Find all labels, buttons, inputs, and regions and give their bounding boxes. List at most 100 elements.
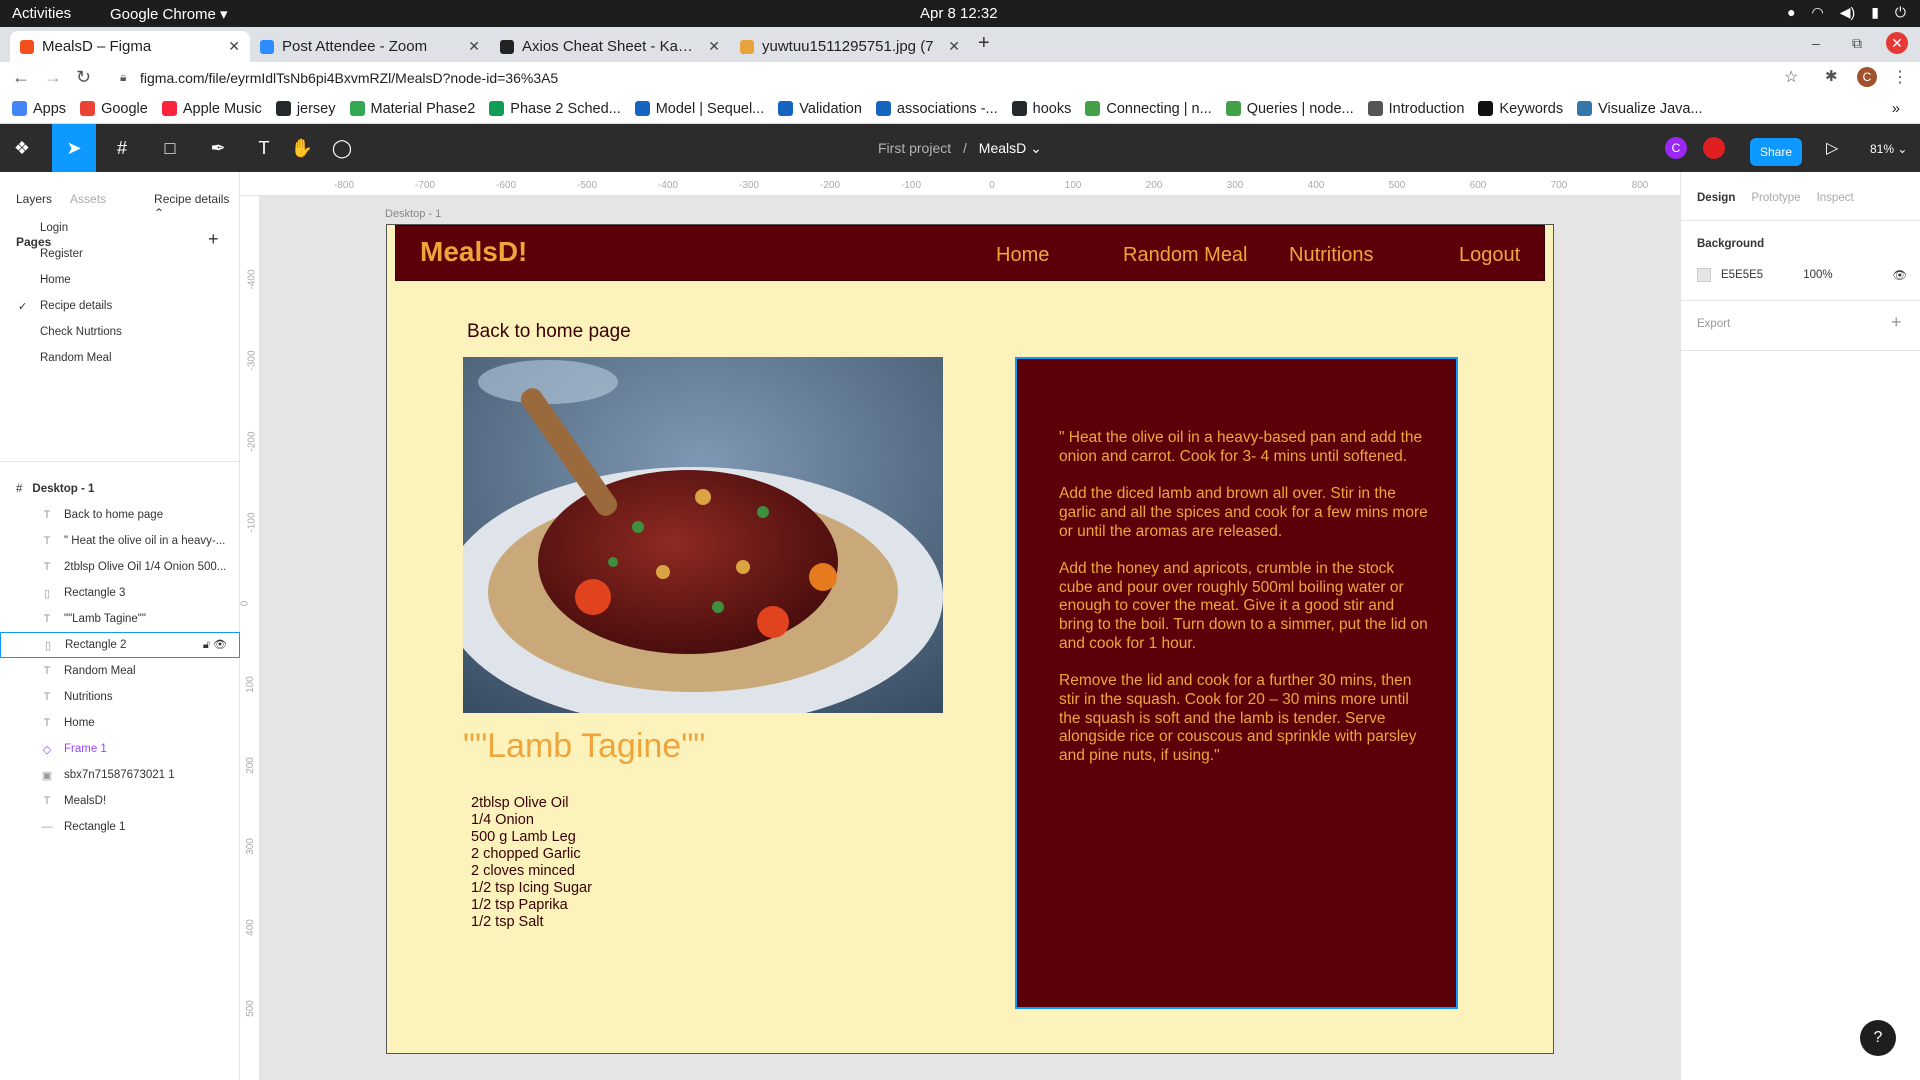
- bookmark-item[interactable]: Phase 2 Sched...: [489, 101, 621, 117]
- profile-avatar[interactable]: C: [1857, 67, 1877, 87]
- add-export-icon[interactable]: +: [1891, 312, 1902, 333]
- bg-hex-value[interactable]: E5E5E5: [1721, 269, 1763, 281]
- extensions-icon[interactable]: ✱: [1825, 67, 1838, 85]
- site-navbar[interactable]: MealsD! Home Random Meal Nutritions Logo…: [395, 225, 1545, 281]
- tab-prototype[interactable]: Prototype: [1751, 192, 1800, 204]
- zoom-dropdown[interactable]: 81% ⌄: [1870, 142, 1907, 156]
- nav-logout[interactable]: Logout: [1459, 244, 1520, 267]
- layer-item[interactable]: T Nutritions: [0, 684, 240, 710]
- close-tab-icon[interactable]: ✕: [948, 38, 960, 55]
- collaborator-avatar[interactable]: C: [1665, 137, 1687, 159]
- instructions-text[interactable]: " Heat the olive oil in a heavy-based pa…: [1059, 429, 1431, 784]
- layer-item[interactable]: T Home: [0, 710, 240, 736]
- restore-icon[interactable]: ⧉: [1852, 35, 1862, 52]
- nav-random-meal[interactable]: Random Meal: [1123, 244, 1248, 267]
- page-item[interactable]: Recipe details: [40, 300, 112, 312]
- move-tool-icon[interactable]: ➤: [52, 124, 96, 172]
- comment-tool-icon[interactable]: ◯: [320, 124, 364, 172]
- bookmark-item[interactable]: Material Phase2: [349, 101, 475, 117]
- help-button[interactable]: ?: [1860, 1020, 1896, 1056]
- bookmark-item[interactable]: jersey: [275, 101, 336, 117]
- app-menu[interactable]: Google Chrome ▾: [110, 5, 228, 23]
- project-crumb[interactable]: First project: [878, 140, 951, 156]
- layer-item[interactable]: T ""Lamb Tagine"": [0, 606, 240, 632]
- back-to-home-link[interactable]: Back to home page: [467, 321, 631, 343]
- pen-tool-icon[interactable]: ✒: [196, 124, 240, 172]
- bookmark-item[interactable]: Connecting | n...: [1085, 101, 1212, 117]
- bookmark-item[interactable]: Apps: [12, 101, 66, 117]
- frame-layer[interactable]: # Desktop - 1: [0, 476, 240, 502]
- bookmark-item[interactable]: Visualize Java...: [1577, 101, 1703, 117]
- site-logo[interactable]: MealsD!: [420, 236, 527, 268]
- ingredients-list[interactable]: 2tblsp Olive Oil 1/4 Onion 500 g Lamb Leg 2…: [471, 795, 592, 931]
- lock-visibility-icon[interactable]: 🔓︎ 👁︎: [203, 638, 227, 652]
- close-tab-icon[interactable]: ✕: [708, 38, 720, 55]
- bookmark-item[interactable]: hooks: [1011, 101, 1071, 117]
- browser-tab[interactable]: Axios Cheat Sheet - Kapeli ✕: [490, 31, 730, 62]
- reload-icon[interactable]: ↻: [76, 67, 91, 88]
- add-page-icon[interactable]: +: [208, 229, 219, 250]
- more-bookmarks-icon[interactable]: »: [1892, 101, 1900, 117]
- frame-label[interactable]: Desktop - 1: [385, 208, 441, 220]
- layer-item[interactable]: T " Heat the olive oil in a heavy-...: [0, 528, 240, 554]
- bookmark-item[interactable]: Introduction: [1367, 101, 1464, 117]
- layer-item[interactable]: ▯ Rectangle 3: [0, 580, 240, 606]
- tab-design[interactable]: Design: [1697, 192, 1735, 204]
- page-item[interactable]: Login: [40, 222, 68, 234]
- layer-item[interactable]: ▯ Rectangle 2 🔓︎ 👁︎: [0, 632, 240, 658]
- desktop-frame[interactable]: MealsD! Home Random Meal Nutritions Logo…: [386, 224, 1554, 1054]
- back-icon[interactable]: ←: [12, 67, 30, 88]
- tab-inspect[interactable]: Inspect: [1817, 192, 1854, 204]
- recipe-title[interactable]: ""Lamb Tagine"": [463, 727, 705, 766]
- layer-item[interactable]: ▣ sbx7n71587673021 1: [0, 762, 240, 788]
- minimize-icon[interactable]: –: [1812, 35, 1820, 51]
- eye-icon[interactable]: 👁︎: [1892, 268, 1907, 282]
- clock[interactable]: Apr 8 12:32: [920, 5, 998, 22]
- page-item[interactable]: Home: [40, 274, 71, 286]
- bookmark-item[interactable]: Keywords: [1478, 101, 1563, 117]
- bookmark-item[interactable]: Queries | node...: [1225, 101, 1354, 117]
- close-window-icon[interactable]: ✕: [1886, 32, 1908, 54]
- browser-tab[interactable]: Post Attendee - Zoom ✕: [250, 31, 490, 62]
- tab-assets[interactable]: Assets: [70, 192, 106, 220]
- hand-tool-icon[interactable]: ✋: [280, 124, 324, 172]
- present-icon[interactable]: ▷: [1826, 138, 1838, 158]
- layer-item[interactable]: — Rectangle 1: [0, 814, 240, 840]
- color-swatch[interactable]: [1697, 268, 1711, 282]
- share-button[interactable]: Share: [1750, 138, 1802, 166]
- lamb-tagine-photo[interactable]: [463, 357, 943, 713]
- bookmark-item[interactable]: Validation: [778, 101, 862, 117]
- bookmark-star-icon[interactable]: ☆: [1784, 67, 1798, 87]
- close-tab-icon[interactable]: ✕: [228, 38, 240, 55]
- page-item[interactable]: Random Meal: [40, 352, 112, 364]
- file-crumb[interactable]: MealsD ⌄: [979, 140, 1042, 156]
- bookmark-item[interactable]: associations -...: [875, 101, 998, 117]
- background-fill-row[interactable]: E5E5E5 100% 👁︎: [1697, 268, 1907, 282]
- forward-icon[interactable]: →: [44, 67, 62, 88]
- tab-layers[interactable]: Layers: [16, 192, 52, 220]
- url-field[interactable]: 🔒︎ figma.com/file/eyrmIdlTsNb6pi4BxvmRZl…: [110, 64, 1790, 92]
- activities-button[interactable]: Activities: [12, 5, 71, 22]
- page-item[interactable]: Register: [40, 248, 83, 260]
- layer-item[interactable]: T MealsD!: [0, 788, 240, 814]
- figma-menu-icon[interactable]: ❖: [0, 124, 44, 172]
- shape-tool-icon[interactable]: □: [148, 124, 192, 172]
- bookmark-item[interactable]: Apple Music: [161, 101, 262, 117]
- layer-item[interactable]: T Random Meal: [0, 658, 240, 684]
- new-tab-button[interactable]: +: [978, 32, 990, 55]
- frame-tool-icon[interactable]: #: [100, 124, 144, 172]
- page-dropdown[interactable]: Recipe details ⌃: [154, 192, 239, 220]
- layer-item[interactable]: ◇ Frame 1: [0, 736, 240, 762]
- bg-opacity-value[interactable]: 100%: [1803, 269, 1832, 281]
- bookmark-item[interactable]: Model | Sequel...: [634, 101, 764, 117]
- chrome-menu-icon[interactable]: ⋮: [1892, 67, 1908, 87]
- nav-nutritions[interactable]: Nutritions: [1289, 244, 1373, 267]
- bookmark-item[interactable]: Google: [80, 101, 148, 117]
- collaborator-avatar-2[interactable]: [1703, 137, 1725, 159]
- instructions-box[interactable]: " Heat the olive oil in a heavy-based pa…: [1015, 357, 1458, 1009]
- nav-home[interactable]: Home: [996, 244, 1049, 267]
- system-tray[interactable]: ● ◠ ◀) ▮ ⏻: [1787, 4, 1906, 21]
- close-tab-icon[interactable]: ✕: [468, 38, 480, 55]
- browser-tab[interactable]: yuwtuu1511295751.jpg (7 ✕: [730, 31, 970, 62]
- page-item[interactable]: Check Nutrtions: [40, 326, 122, 338]
